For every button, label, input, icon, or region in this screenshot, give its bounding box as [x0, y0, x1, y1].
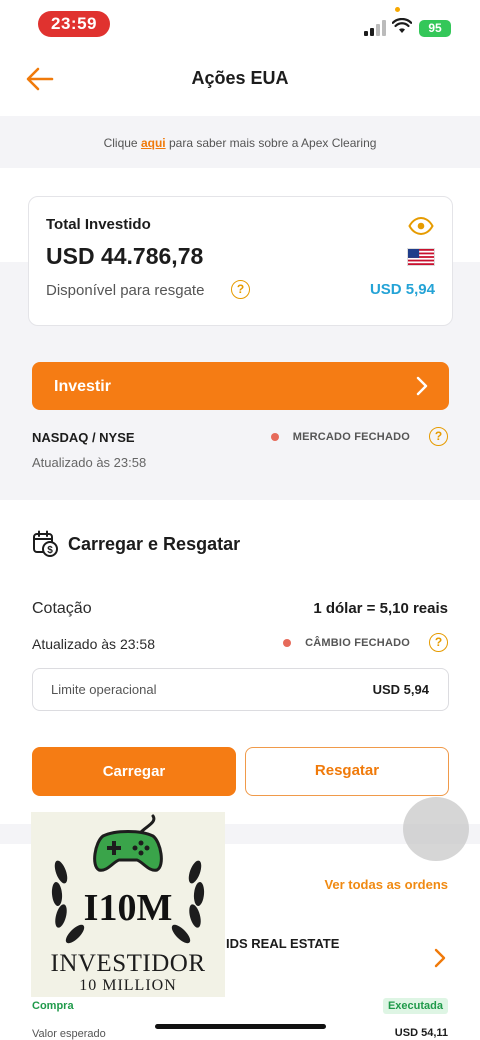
load-redeem-title: Carregar e Resgatar: [68, 534, 241, 554]
expected-value-label: Valor esperado: [32, 1028, 106, 1040]
svg-text:$: $: [47, 545, 53, 556]
home-indicator[interactable]: [155, 1024, 326, 1029]
see-all-orders-link[interactable]: Ver todas as ordens: [324, 877, 448, 892]
eye-icon[interactable]: [408, 216, 434, 236]
exchange-status-label: CÂMBIO FECHADO: [305, 637, 410, 649]
invest-button-label: Investir: [54, 378, 111, 395]
market-help-icon[interactable]: ?: [429, 427, 448, 446]
rate-updated-time: Atualizado às 23:58: [32, 636, 155, 652]
market-status-dot: [271, 433, 279, 441]
calendar-dollar-icon: $: [33, 530, 58, 557]
total-invested-value: USD 44.786,78: [46, 243, 204, 269]
total-invested-label: Total Investido: [46, 216, 151, 233]
privacy-indicator-dot: [395, 7, 400, 12]
available-to-redeem-value: USD 5,94: [369, 281, 435, 298]
exchange-rate-label: Cotação: [32, 600, 92, 617]
order-type: Compra: [32, 1000, 74, 1012]
investidor-watermark-logo: I10M INVESTIDOR 10 MILLION: [31, 812, 225, 997]
logo-monogram: I10M: [83, 887, 173, 929]
apex-info-link[interactable]: aqui: [141, 136, 166, 150]
page-title: Ações EUA: [191, 68, 289, 88]
order-status-badge: Executada: [382, 998, 448, 1014]
top-navigation: Ações EUA: [0, 48, 480, 114]
exchange-rate-value: 1 dólar = 5,10 reais: [313, 600, 448, 617]
exchange-label: NASDAQ / NYSE: [32, 430, 135, 445]
total-invested-card: Total Investido USD 44.786,78 Disponível…: [28, 196, 453, 326]
apex-info-text: Clique aqui para saber mais sobre a Apex…: [103, 136, 377, 150]
expected-value: USD 54,11: [394, 1027, 448, 1039]
status-time: 23:59: [38, 11, 110, 37]
assistive-touch-button[interactable]: [403, 797, 469, 861]
market-status-label: MERCADO FECHADO: [292, 431, 410, 443]
help-icon[interactable]: ?: [231, 280, 250, 299]
status-bar: 23:59 95: [0, 0, 480, 48]
order-asset-name: IDS REAL ESTATE: [226, 936, 340, 951]
exchange-help-icon[interactable]: ?: [429, 633, 448, 652]
invest-button[interactable]: Investir: [32, 362, 449, 410]
market-updated-time: Atualizado às 23:58: [32, 455, 147, 470]
redeem-button[interactable]: Resgatar: [245, 747, 449, 796]
load-button[interactable]: Carregar: [32, 747, 236, 796]
logo-line-2: 10 MILLION: [79, 977, 177, 994]
chevron-right-icon: [416, 376, 428, 396]
battery-level: 95: [428, 21, 442, 35]
exchange-status-dot: [283, 639, 291, 647]
laurel-wreath-icon: [51, 860, 205, 944]
operational-limit-field: Limite operacional USD 5,94: [32, 668, 449, 711]
wifi-icon: [392, 18, 412, 33]
battery-icon: 95: [419, 20, 451, 37]
cellular-signal-icon: [364, 20, 386, 36]
us-flag-icon: [407, 248, 435, 266]
operational-limit-value: USD 5,94: [372, 682, 429, 697]
operational-limit-label: Limite operacional: [51, 682, 157, 697]
logo-line-1: INVESTIDOR: [50, 950, 206, 977]
available-to-redeem-label: Disponível para resgate: [46, 282, 205, 299]
order-chevron-right-icon[interactable]: [434, 948, 446, 968]
